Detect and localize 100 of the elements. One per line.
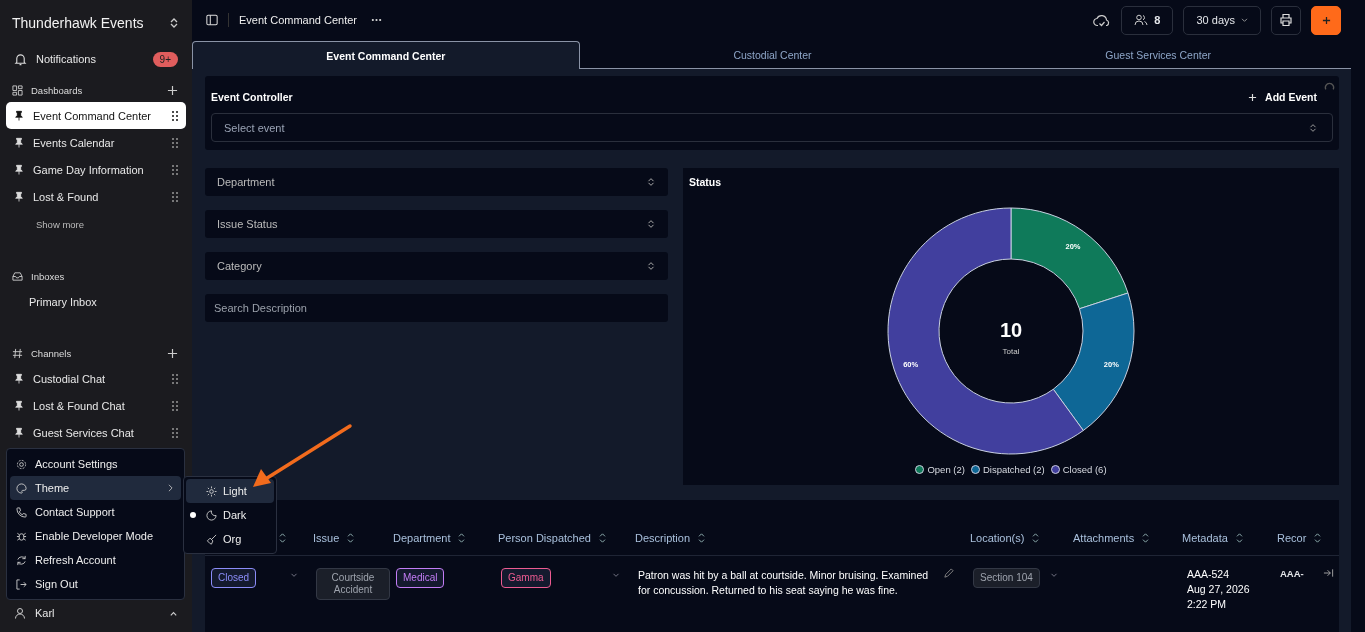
event-select[interactable]: Select event: [211, 113, 1333, 142]
sidebar-item[interactable]: Events Calendar: [6, 129, 186, 156]
add-icon[interactable]: [167, 84, 178, 96]
sidebar-item[interactable]: Lost & Found: [6, 183, 186, 210]
print-button[interactable]: [1271, 5, 1301, 35]
chevron-down-icon: [1241, 17, 1248, 23]
sign-out-icon: [16, 578, 27, 590]
sort-icon[interactable]: [1235, 532, 1243, 543]
chevron-down-icon[interactable]: [1050, 573, 1058, 578]
card-title: Event Controller: [211, 91, 293, 103]
hash-icon: [12, 347, 23, 359]
add-button[interactable]: [1311, 5, 1341, 35]
column-header[interactable]: Metadata: [1182, 531, 1228, 544]
section-title: Inboxes: [31, 270, 66, 282]
drag-handle-icon[interactable]: [172, 191, 178, 202]
bell-icon: [14, 52, 27, 66]
show-more-link[interactable]: Show more: [36, 218, 85, 230]
section-title: Channels: [31, 347, 73, 359]
tab[interactable]: Guest Services Center: [965, 41, 1351, 68]
add-event-button[interactable]: Add Event: [1242, 90, 1323, 104]
column-header[interactable]: Department: [393, 531, 451, 544]
add-icon[interactable]: [167, 347, 178, 359]
menu-item[interactable]: Refresh Account: [10, 548, 181, 572]
total-label: Total: [1002, 347, 1020, 356]
workspace-name[interactable]: Thunderhawk Events: [12, 15, 168, 31]
column-header[interactable]: Location(s): [970, 531, 1025, 544]
menu-item[interactable]: Enable Developer Mode: [10, 524, 181, 548]
moon-icon: [206, 509, 217, 521]
theme-option[interactable]: Dark: [186, 503, 274, 527]
column-header[interactable]: Attachments: [1073, 531, 1135, 544]
paintbrush-icon: [206, 533, 217, 545]
department-tag: Medical: [396, 568, 445, 588]
sidebar-item[interactable]: Game Day Information: [6, 156, 186, 183]
column-header[interactable]: Issue: [313, 531, 340, 544]
pencil-icon[interactable]: [943, 568, 954, 579]
sort-icon[interactable]: [1032, 532, 1040, 543]
column-header[interactable]: Description: [635, 531, 691, 544]
drag-handle-icon[interactable]: [172, 110, 178, 121]
inbox-icon: [12, 270, 23, 282]
notification-count-badge: 9+: [152, 51, 178, 67]
legend-item[interactable]: Open (2): [915, 464, 965, 475]
chevron-down-icon[interactable]: [290, 573, 298, 578]
sort-icon[interactable]: [347, 532, 355, 543]
members-button[interactable]: 8: [1121, 5, 1174, 35]
tab[interactable]: Custodial Center: [579, 41, 966, 68]
refresh-icon: [16, 554, 27, 566]
drag-handle-icon[interactable]: [172, 427, 178, 438]
sidebar-toggle-icon[interactable]: [206, 14, 218, 26]
printer-icon: [1279, 13, 1293, 27]
drag-handle-icon[interactable]: [172, 164, 178, 175]
sort-icon[interactable]: [458, 532, 466, 543]
dashboard-grid-icon: [12, 84, 23, 96]
sort-icon[interactable]: [698, 532, 706, 543]
filter-select[interactable]: Department: [205, 168, 668, 196]
tab[interactable]: Event Command Center: [192, 41, 580, 69]
notifications-item[interactable]: Notifications 9+: [6, 46, 186, 72]
metadata-text: 2:22 PM: [1187, 598, 1227, 610]
plus-icon: [1321, 15, 1331, 25]
sort-icon[interactable]: [598, 532, 606, 543]
date-range-dropdown[interactable]: 30 days: [1183, 5, 1261, 35]
sidebar-item[interactable]: Guest Services Chat: [6, 419, 186, 446]
more-options-icon[interactable]: [371, 18, 382, 22]
users-icon: [1134, 14, 1149, 26]
filter-select[interactable]: Category: [205, 252, 668, 280]
sun-icon: [206, 485, 217, 497]
column-header[interactable]: Person Dispatched: [498, 531, 591, 544]
filter-select[interactable]: Issue Status: [205, 210, 668, 238]
menu-item[interactable]: Account Settings: [10, 452, 181, 476]
loading-spinner-icon: [1324, 82, 1335, 93]
drag-handle-icon[interactable]: [172, 137, 178, 148]
legend-item[interactable]: Dispatched (2): [970, 464, 1045, 475]
search-field[interactable]: Search Description: [205, 294, 668, 322]
column-header[interactable]: Recor: [1277, 531, 1307, 544]
sort-icon[interactable]: [279, 532, 286, 543]
user-item[interactable]: Karl: [6, 600, 186, 626]
status-tag: Closed: [211, 568, 257, 588]
sidebar-item[interactable]: Custodial Chat: [6, 365, 186, 392]
sidebar-item[interactable]: Lost & Found Chat: [6, 392, 186, 419]
menu-item[interactable]: Theme: [10, 476, 181, 500]
up-down-chevron-icon[interactable]: [168, 17, 180, 29]
up-down-chevron-icon: [646, 219, 656, 229]
theme-option[interactable]: Light: [186, 479, 274, 503]
sidebar-item[interactable]: Primary Inbox: [6, 288, 186, 315]
total-value: 10: [999, 319, 1023, 341]
menu-item[interactable]: Contact Support: [10, 500, 181, 524]
user-icon: [14, 607, 26, 619]
cloud-check-icon[interactable]: [1093, 12, 1112, 28]
theme-option[interactable]: Org: [186, 527, 274, 551]
sort-icon[interactable]: [1314, 532, 1322, 543]
plus-icon: [1248, 92, 1258, 102]
chevron-down-icon[interactable]: [612, 573, 620, 578]
sort-icon[interactable]: [1142, 532, 1150, 543]
legend-item[interactable]: Closed (6): [1050, 464, 1107, 475]
drag-handle-icon[interactable]: [172, 373, 178, 384]
menu-item[interactable]: Sign Out: [10, 572, 181, 596]
open-panel-icon[interactable]: [1323, 568, 1334, 578]
sidebar-item[interactable]: Event Command Center: [6, 102, 186, 129]
drag-handle-icon[interactable]: [172, 400, 178, 411]
person-tag: Gamma: [501, 568, 551, 588]
description-text: Patron was hit by a ball at courtside. Minor bruising. Examined for concussion. Returned to his seat saying he was fine.: [638, 568, 930, 599]
